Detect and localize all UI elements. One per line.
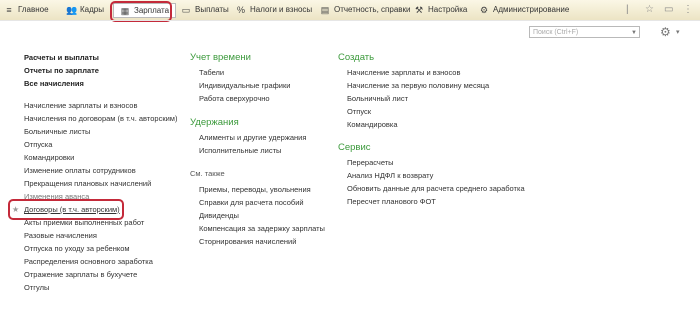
link-recalc-planned-fund[interactable]: Пересчет планового ФОТ	[347, 197, 436, 207]
link-all-accruals[interactable]: Все начисления	[24, 79, 84, 89]
link-overtime[interactable]: Работа сверхурочно	[199, 94, 270, 104]
cash-icon: ▭	[181, 4, 191, 15]
tab-taxes[interactable]: % Налоги и взносы	[236, 3, 312, 16]
create-payroll[interactable]: Начисление зарплаты и взносов	[347, 68, 460, 78]
header-service: Сервис	[338, 142, 371, 153]
header-deductions: Удержания	[190, 117, 239, 128]
tab-admin[interactable]: ⚙ Администрирование	[479, 3, 569, 16]
highlight-contracts	[8, 199, 124, 220]
create-vacation[interactable]: Отпуск	[347, 107, 371, 117]
link-accounting-reflection[interactable]: Отражение зарплаты в бухучете	[24, 270, 137, 280]
header-time-tracking: Учет времени	[190, 52, 251, 63]
tab-settings[interactable]: ⚒ Настройка	[414, 3, 467, 16]
report-icon: ▤	[320, 4, 330, 15]
link-work-acceptance-acts[interactable]: Акты приемки выполненных работ	[24, 218, 144, 228]
link-sick-leaves[interactable]: Больничные листы	[24, 127, 90, 137]
search-dropdown-icon[interactable]: ▼	[631, 27, 637, 39]
tab-main[interactable]: ≡ Главное	[4, 3, 48, 16]
gear-icon: ⚙	[479, 4, 489, 15]
home-icon: ≡	[6, 4, 12, 15]
search-input[interactable]: Поиск (Ctrl+F) ▼	[529, 26, 640, 38]
percent-icon: %	[236, 4, 245, 15]
panel-settings-icon[interactable]: ⚙	[660, 26, 671, 38]
link-contract-accruals[interactable]: Начисления по договорам (в т.ч. авторски…	[24, 114, 177, 124]
create-business-trip[interactable]: Командировка	[347, 120, 398, 130]
header-create: Создать	[338, 52, 375, 63]
tab-hr[interactable]: 👥 Кадры	[66, 3, 104, 16]
link-earnings-distribution[interactable]: Распределения основного заработка	[24, 257, 153, 267]
highlight-salary-tab	[110, 1, 172, 22]
link-reversals[interactable]: Сторнирования начислений	[199, 237, 296, 247]
link-one-time-accruals[interactable]: Разовые начисления	[24, 231, 97, 241]
link-update-average-earnings[interactable]: Обновить данные для расчета среднего зар…	[347, 184, 525, 194]
panel-more-icon[interactable]: ▾	[676, 27, 680, 39]
link-ndfl-refund-analysis[interactable]: Анализ НДФЛ к возврату	[347, 171, 433, 181]
link-childcare-leave[interactable]: Отпуска по уходу за ребенком	[24, 244, 130, 254]
tab-payments[interactable]: ▭ Выплаты	[181, 3, 229, 16]
link-time-off[interactable]: Отгулы	[24, 283, 49, 293]
link-payroll[interactable]: Начисление зарплаты и взносов	[24, 101, 137, 111]
tab-reports[interactable]: ▤ Отчетность, справки	[320, 3, 411, 16]
link-writs[interactable]: Исполнительные листы	[199, 146, 281, 156]
toolbar-separator: |	[626, 4, 629, 15]
favorites-star-icon[interactable]: ☆	[645, 3, 654, 16]
link-business-trips[interactable]: Командировки	[24, 153, 74, 163]
link-calculations-payments[interactable]: Расчеты и выплаты	[24, 53, 99, 63]
link-salary-reports[interactable]: Отчеты по зарплате	[24, 66, 99, 76]
link-alimony[interactable]: Алименты и другие удержания	[199, 133, 306, 143]
link-delay-compensation[interactable]: Компенсация за задержку зарплаты	[199, 224, 325, 234]
header-see-also: См. также	[190, 169, 225, 178]
section-toolbar: ≡ Главное 👥 Кадры ▦ Зарплата ▭ Выплаты %…	[0, 0, 700, 21]
link-individual-schedules[interactable]: Индивидуальные графики	[199, 81, 290, 91]
link-stop-accruals[interactable]: Прекращения плановых начислений	[24, 179, 151, 189]
link-dividends[interactable]: Дивиденды	[199, 211, 239, 221]
link-timesheets[interactable]: Табели	[199, 68, 224, 78]
wrench-icon: ⚒	[414, 4, 424, 15]
link-recalculations[interactable]: Перерасчеты	[347, 158, 394, 168]
link-benefit-certificates[interactable]: Справки для расчета пособий	[199, 198, 304, 208]
link-vacations[interactable]: Отпуска	[24, 140, 52, 150]
create-first-half-accrual[interactable]: Начисление за первую половину месяца	[347, 81, 489, 91]
toolbar-layout-icon[interactable]: ▭	[664, 3, 673, 16]
people-icon: 👥	[66, 4, 78, 15]
link-hirings[interactable]: Приемы, переводы, увольнения	[199, 185, 311, 195]
create-sick-leave[interactable]: Больничный лист	[347, 94, 408, 104]
link-pay-changes[interactable]: Изменение оплаты сотрудников	[24, 166, 136, 176]
toolbar-settings-icon[interactable]: ⋮	[683, 3, 693, 16]
